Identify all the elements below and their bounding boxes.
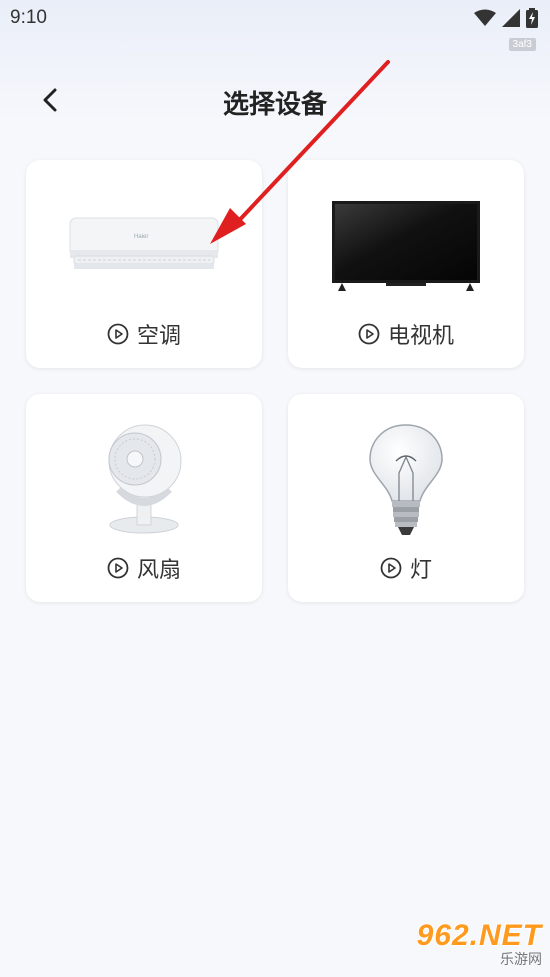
- device-label-row: 电视机: [288, 318, 524, 350]
- play-circle-icon: [107, 557, 129, 579]
- watermark-subtitle: 乐游网: [500, 952, 542, 968]
- status-time: 9:10: [10, 7, 47, 28]
- television-image: [288, 180, 524, 310]
- fan-image: [26, 414, 262, 544]
- play-circle-icon: [380, 557, 402, 579]
- device-label: 风扇: [136, 558, 181, 583]
- device-label-row: 灯: [288, 552, 524, 584]
- wifi-icon: [474, 9, 496, 26]
- air-conditioner-image: Haier: [26, 180, 262, 310]
- play-circle-icon: [107, 323, 129, 345]
- status-bar: 9:10 3af3: [0, 0, 550, 51]
- device-label-row: 风扇: [26, 552, 262, 584]
- device-label: 灯: [409, 558, 432, 583]
- device-card-fan[interactable]: 风扇: [26, 394, 262, 602]
- status-icons: [474, 8, 538, 28]
- device-card-television[interactable]: 电视机: [288, 160, 524, 368]
- device-label: 空调: [136, 324, 181, 349]
- cellular-signal-icon: [502, 9, 520, 27]
- status-tag: 3af3: [508, 38, 536, 51]
- page-title: 选择设备: [222, 90, 327, 120]
- play-circle-icon: [358, 323, 380, 345]
- watermark: 962.NET 乐游网: [417, 919, 542, 969]
- device-label: 电视机: [387, 324, 454, 349]
- device-card-air-conditioner[interactable]: Haier 空调: [26, 160, 262, 368]
- device-label-row: 空调: [26, 318, 262, 350]
- light-bulb-image: [288, 414, 524, 544]
- battery-charging-icon: [526, 8, 538, 28]
- device-grid: Haier 空调 电视机 风扇 灯: [26, 160, 524, 602]
- svg-text:Haier: Haier: [134, 234, 148, 240]
- top-nav: 选择设备: [0, 80, 550, 124]
- watermark-logo: 962.NET: [416, 919, 542, 952]
- device-card-light[interactable]: 灯: [288, 394, 524, 602]
